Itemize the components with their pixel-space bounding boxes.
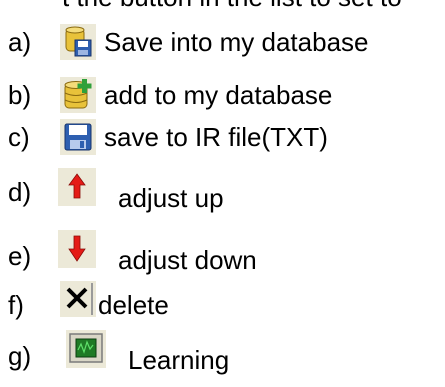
learning-screen-icon[interactable] (66, 330, 106, 368)
database-save-icon[interactable] (60, 24, 96, 60)
item-label: adjust up (118, 183, 224, 213)
arrow-up-icon[interactable] (58, 168, 96, 206)
item-letter: a) (8, 27, 32, 57)
item-letter: d) (8, 177, 32, 207)
floppy-disk-icon[interactable] (60, 119, 96, 155)
list-item-save-ir-file: c) save to IR file(TXT) (0, 117, 445, 157)
list-item-save-database: a) Save into my database (0, 22, 445, 62)
list-item-adjust-up: d) adjust up (0, 168, 445, 213)
header-fragment: t the button in the list to set to (62, 0, 402, 8)
item-label: Save into my database (104, 27, 369, 57)
close-x-icon[interactable] (60, 281, 96, 317)
item-letter: b) (8, 80, 32, 110)
item-label: Learning (128, 345, 230, 375)
item-letter: c) (8, 122, 30, 152)
item-label: delete (98, 290, 169, 320)
database-add-icon[interactable] (60, 77, 96, 113)
cropped-header-text: t the button in the list to set to (0, 0, 445, 8)
item-letter: g) (8, 341, 32, 371)
list-item-learning: g) Learning (0, 330, 445, 376)
item-letter: e) (8, 241, 32, 271)
list-item-add-database: b) add to my database (0, 75, 445, 115)
list-item-adjust-down: e) adjust down (0, 230, 445, 276)
item-label: adjust down (118, 245, 257, 275)
list-item-delete: f) delete (0, 281, 445, 325)
item-letter: f) (8, 290, 24, 320)
item-label: add to my database (104, 80, 333, 110)
arrow-down-icon[interactable] (58, 230, 96, 268)
item-label: save to IR file(TXT) (104, 122, 328, 152)
